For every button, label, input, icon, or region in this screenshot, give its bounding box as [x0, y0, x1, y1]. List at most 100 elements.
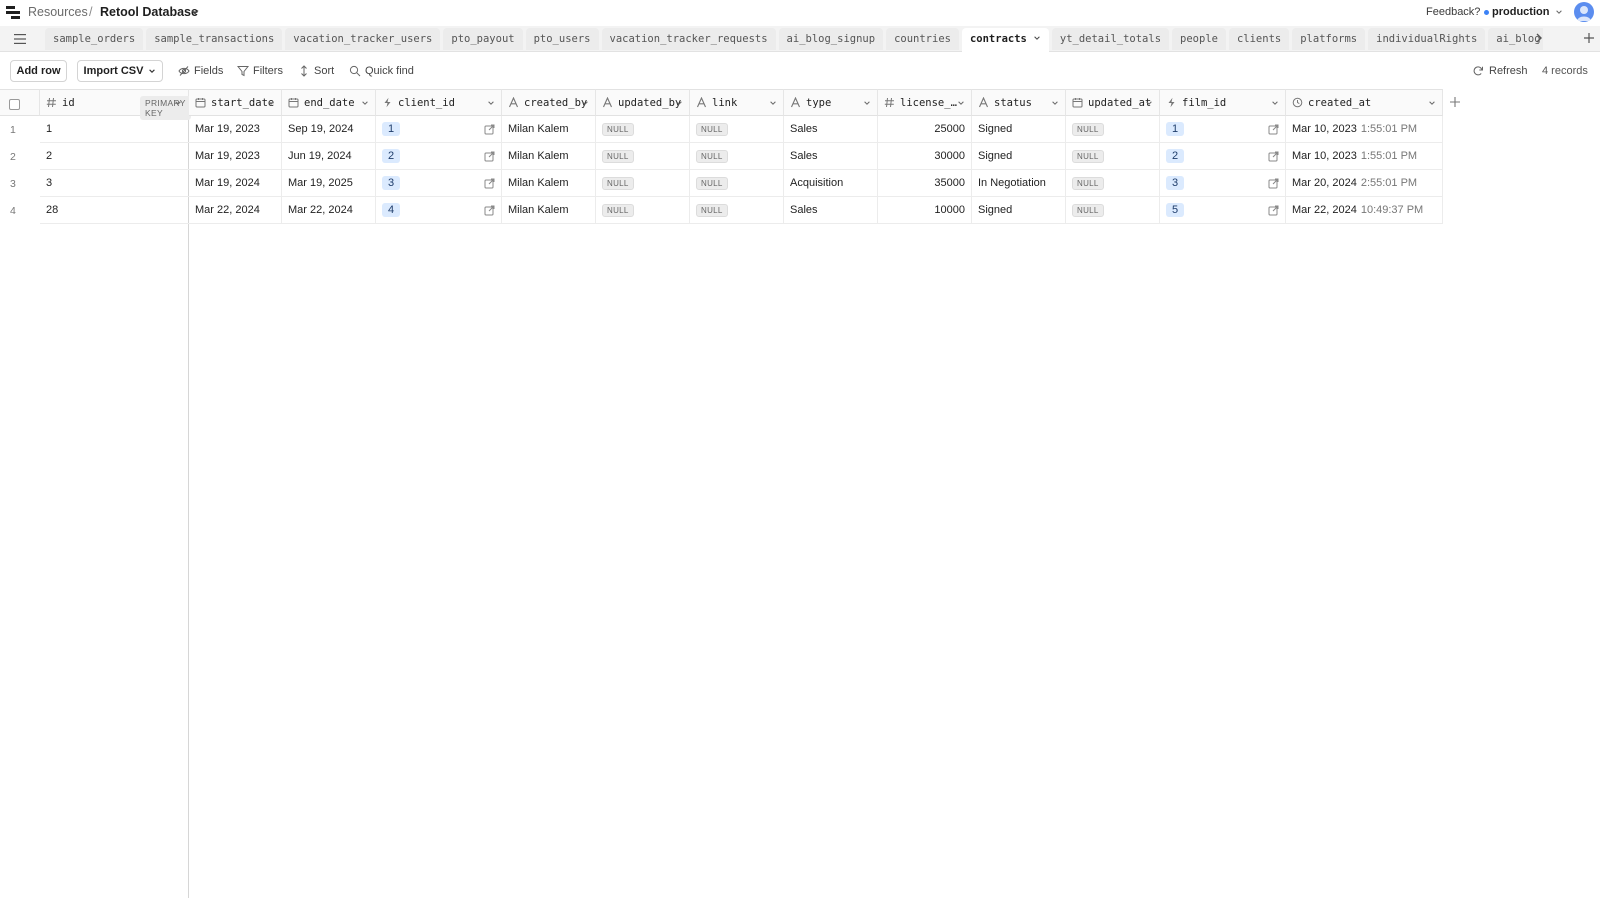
chevron-down-icon[interactable] — [174, 99, 182, 107]
cell-id[interactable]: 28 — [40, 197, 189, 224]
cell-client-id[interactable]: 3 — [376, 170, 502, 197]
cell-updated-by[interactable]: NULL — [596, 116, 690, 143]
cell-link[interactable]: NULL — [690, 143, 784, 170]
cell-created-by[interactable]: Milan Kalem — [502, 116, 596, 143]
cell-created-by[interactable]: Milan Kalem — [502, 143, 596, 170]
foreign-key-badge[interactable]: 2 — [1166, 149, 1185, 163]
cell-updated-by[interactable]: NULL — [596, 197, 690, 224]
cell-film-id[interactable]: 5 — [1160, 197, 1286, 224]
tab-countries[interactable]: countries — [886, 28, 959, 50]
cell-created-at[interactable]: Mar 10, 2023 1:55:01 PM — [1286, 143, 1443, 170]
cell-updated-by[interactable]: NULL — [596, 170, 690, 197]
cell-film-id[interactable]: 1 — [1160, 116, 1286, 143]
cell-status[interactable]: In Negotiation — [972, 170, 1066, 197]
cell-end-date[interactable]: Mar 22, 2024 — [282, 197, 376, 224]
row-number[interactable]: 3 — [0, 170, 40, 197]
column-header-created-by[interactable]: created_by — [502, 89, 596, 116]
quick-find-button[interactable]: Quick find — [349, 65, 414, 77]
tab-vacation-tracker-requests[interactable]: vacation_tracker_requests — [601, 28, 776, 50]
tab-ai-blog-signup[interactable]: ai_blog_signup — [778, 28, 884, 50]
foreign-key-badge[interactable]: 5 — [1166, 203, 1185, 217]
cell-created-by[interactable]: Milan Kalem — [502, 170, 596, 197]
cell-client-id[interactable]: 1 — [376, 116, 502, 143]
cell-id[interactable]: 2 — [40, 143, 189, 170]
tab-sample-transactions[interactable]: sample_transactions — [146, 28, 283, 50]
cell-updated-by[interactable]: NULL — [596, 143, 690, 170]
foreign-key-badge[interactable]: 1 — [1166, 122, 1185, 136]
cell-link[interactable]: NULL — [690, 116, 784, 143]
external-link-icon[interactable] — [1268, 178, 1279, 189]
column-header-film-id[interactable]: film_id — [1160, 89, 1286, 116]
cell-start-date[interactable]: Mar 19, 2024 — [189, 170, 282, 197]
tab-platforms[interactable]: platforms — [1292, 28, 1366, 50]
column-header-created-at[interactable]: created_at — [1286, 89, 1443, 116]
add-column-icon[interactable] — [1449, 96, 1461, 108]
foreign-key-badge[interactable]: 3 — [382, 176, 401, 190]
import-csv-button[interactable]: Import CSV — [77, 60, 163, 82]
external-link-icon[interactable] — [1268, 124, 1279, 135]
external-link-icon[interactable] — [484, 205, 495, 216]
external-link-icon[interactable] — [484, 151, 495, 162]
cell-created-at[interactable]: Mar 20, 2024 2:55:01 PM — [1286, 170, 1443, 197]
refresh-button[interactable]: Refresh — [1472, 65, 1528, 77]
chevron-down-icon[interactable] — [1271, 99, 1279, 107]
environment-selector[interactable]: production — [1484, 6, 1563, 18]
avatar[interactable] — [1574, 2, 1594, 22]
add-table-icon[interactable] — [1583, 32, 1595, 44]
row-number[interactable]: 2 — [0, 143, 40, 170]
cell-updated-at[interactable]: NULL — [1066, 143, 1160, 170]
column-header-start-date[interactable]: start_date — [189, 89, 282, 116]
chevron-down-icon[interactable] — [675, 99, 683, 107]
tab-clients[interactable]: clients — [1228, 28, 1290, 50]
chevron-down-icon[interactable] — [863, 99, 871, 107]
chevron-down-icon[interactable] — [1033, 34, 1041, 42]
column-header-link[interactable]: link — [690, 89, 784, 116]
external-link-icon[interactable] — [484, 124, 495, 135]
chevron-down-icon[interactable] — [190, 7, 200, 17]
retool-logo-icon[interactable] — [6, 6, 20, 20]
cell-status[interactable]: Signed — [972, 197, 1066, 224]
tab-pto-payout[interactable]: pto_payout — [443, 28, 523, 50]
cell-type[interactable]: Sales — [784, 197, 878, 224]
cell-type[interactable]: Sales — [784, 143, 878, 170]
cell-film-id[interactable]: 2 — [1160, 143, 1286, 170]
chevron-down-icon[interactable] — [581, 99, 589, 107]
tab-individualrights[interactable]: individualRights — [1368, 28, 1486, 50]
table-row[interactable]: 1 1 Mar 19, 2023 Sep 19, 2024 1 Milan Kalem NU… — [0, 116, 1443, 143]
tab-pto-users[interactable]: pto_users — [525, 28, 599, 50]
chevron-down-icon[interactable] — [267, 99, 275, 107]
cell-status[interactable]: Signed — [972, 143, 1066, 170]
cell-film-id[interactable]: 3 — [1160, 170, 1286, 197]
cell-end-date[interactable]: Sep 19, 2024 — [282, 116, 376, 143]
row-number[interactable]: 1 — [0, 116, 40, 143]
row-number[interactable]: 4 — [0, 197, 40, 224]
cell-type[interactable]: Acquisition — [784, 170, 878, 197]
add-row-button[interactable]: Add row — [10, 60, 67, 82]
column-header-status[interactable]: status — [972, 89, 1066, 116]
chevron-down-icon[interactable] — [487, 99, 495, 107]
cell-start-date[interactable]: Mar 19, 2023 — [189, 116, 282, 143]
cell-status[interactable]: Signed — [972, 116, 1066, 143]
hamburger-menu-icon[interactable] — [13, 33, 27, 45]
cell-updated-at[interactable]: NULL — [1066, 170, 1160, 197]
table-row[interactable]: 3 3 Mar 19, 2024 Mar 19, 2025 3 Milan Kalem NU… — [0, 170, 1443, 197]
external-link-icon[interactable] — [1268, 151, 1279, 162]
foreign-key-badge[interactable]: 4 — [382, 203, 401, 217]
cell-id[interactable]: 1 — [40, 116, 189, 143]
tab-vacation-tracker-users[interactable]: vacation_tracker_users — [285, 28, 441, 50]
chevron-down-icon[interactable] — [1051, 99, 1059, 107]
cell-end-date[interactable]: Jun 19, 2024 — [282, 143, 376, 170]
filters-button[interactable]: Filters — [237, 65, 283, 77]
tab-yt-detail-totals[interactable]: yt_detail_totals — [1051, 28, 1170, 50]
select-all-checkbox[interactable] — [9, 99, 20, 110]
cell-start-date[interactable]: Mar 19, 2023 — [189, 143, 282, 170]
external-link-icon[interactable] — [1268, 205, 1279, 216]
column-header-type[interactable]: type — [784, 89, 878, 116]
cell-id[interactable]: 3 — [40, 170, 189, 197]
column-header-end-date[interactable]: end_date — [282, 89, 376, 116]
tab-people[interactable]: people — [1172, 28, 1226, 50]
cell-client-id[interactable]: 2 — [376, 143, 502, 170]
foreign-key-badge[interactable]: 1 — [382, 122, 401, 136]
cell-license-[interactable]: 25000 — [878, 116, 972, 143]
cell-created-at[interactable]: Mar 10, 2023 1:55:01 PM — [1286, 116, 1443, 143]
